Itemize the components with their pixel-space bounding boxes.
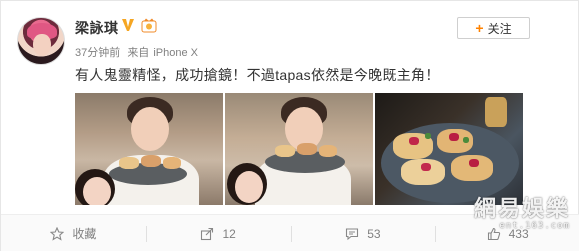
- verified-badge-icon[interactable]: [121, 17, 135, 33]
- follow-button[interactable]: + 关注: [457, 17, 530, 39]
- post-time[interactable]: 37分钟前: [75, 47, 120, 59]
- post-meta: 37分钟前 来自 iPhone X: [75, 44, 202, 60]
- level-badge-icon[interactable]: [141, 18, 157, 33]
- comment-icon: [346, 227, 359, 240]
- photo-grid: [75, 93, 523, 205]
- avatar[interactable]: [17, 17, 65, 65]
- like-button[interactable]: 433: [435, 215, 579, 251]
- source-prefix: 来自: [127, 47, 150, 59]
- photo-tapas-closeup[interactable]: [375, 93, 523, 205]
- follow-label: 关注: [487, 21, 512, 36]
- weibo-post-card: 梁詠琪 37分钟前 来自 iPhone X + 关注 有人鬼靈精怪，成功搶鏡！不過…: [0, 0, 579, 251]
- post-text: 有人鬼靈精怪，成功搶鏡！不過tapas依然是今晚既主角！: [75, 67, 440, 83]
- action-bar: 收藏 12 53 433: [1, 214, 579, 251]
- like-count: 433: [508, 226, 529, 241]
- favorite-button[interactable]: 收藏: [1, 215, 146, 251]
- comment-count: 53: [367, 226, 381, 241]
- star-icon: [50, 226, 65, 241]
- share-count: 12: [222, 226, 236, 241]
- share-button[interactable]: 12: [145, 215, 291, 251]
- share-icon: [201, 227, 214, 240]
- post-source[interactable]: iPhone X: [153, 47, 198, 59]
- comment-button[interactable]: 53: [290, 215, 436, 251]
- author-name[interactable]: 梁詠琪: [75, 18, 119, 38]
- plus-icon: +: [475, 20, 484, 36]
- photo-selfie-with-plate-2[interactable]: [225, 93, 373, 205]
- favorite-label: 收藏: [72, 227, 97, 241]
- like-icon: [487, 227, 500, 240]
- photo-selfie-with-plate[interactable]: [75, 93, 223, 205]
